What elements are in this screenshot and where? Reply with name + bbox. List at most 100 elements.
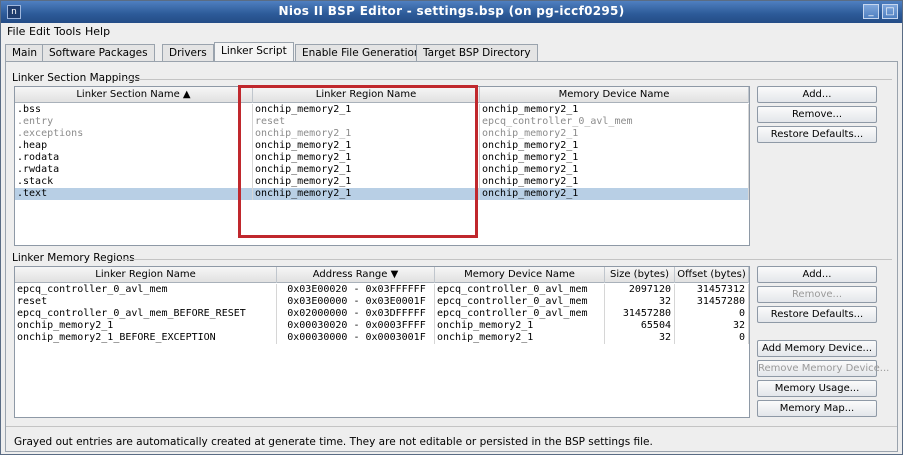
col-memory-device-name[interactable]: Memory Device Name (480, 87, 749, 103)
add-memory-device-button[interactable]: Add Memory Device... (757, 340, 877, 357)
memory-map-button[interactable]: Memory Map... (757, 400, 877, 417)
region-cell-offset[interactable]: 31457280 (675, 296, 749, 308)
mapping-cell-region[interactable]: reset (253, 116, 480, 128)
col-region-name[interactable]: Linker Region Name (15, 267, 277, 283)
col-address-range[interactable]: Address Range ▼ (277, 267, 435, 283)
mapping-restore-defaults-button[interactable]: Restore Defaults... (757, 126, 877, 143)
region-restore-defaults-button[interactable]: Restore Defaults... (757, 306, 877, 323)
mapping-cell-section[interactable]: .rodata (15, 152, 253, 164)
region-cell-range[interactable]: 0x03E00020 - 0x03FFFFFF (277, 284, 435, 296)
tab-drivers[interactable]: Drivers (162, 44, 214, 61)
minimize-icon[interactable]: _ (863, 4, 879, 19)
region-cell-size[interactable]: 31457280 (605, 308, 675, 320)
col-size-bytes[interactable]: Size (bytes) (605, 267, 675, 283)
region-cell-device[interactable]: onchip_memory2_1 (435, 332, 605, 344)
mapping-cell-section[interactable]: .heap (15, 140, 253, 152)
region-cell-region[interactable]: epcq_controller_0_avl_mem_BEFORE_RESET (15, 308, 277, 320)
mapping-cell-section[interactable]: .exceptions (15, 128, 253, 140)
tab-target-bsp-directory[interactable]: Target BSP Directory (416, 44, 538, 61)
region-cell-size[interactable]: 65504 (605, 320, 675, 332)
mapping-cell-device[interactable]: onchip_memory2_1 (480, 140, 749, 152)
mapping-cell-section[interactable]: .entry (15, 116, 253, 128)
region-cell-range[interactable]: 0x02000000 - 0x03DFFFFF (277, 308, 435, 320)
title-bar[interactable]: n Nios II BSP Editor - settings.bsp (on … (1, 1, 902, 23)
region-row[interactable]: reset 0x03E00000 - 0x03E0001F epcq_control… (15, 296, 749, 308)
menu-file[interactable]: File (7, 25, 25, 38)
mapping-cell-device[interactable]: epcq_controller_0_avl_mem (480, 116, 749, 128)
mapping-cell-region[interactable]: onchip_memory2_1 (253, 152, 480, 164)
col-region-device-name[interactable]: Memory Device Name (435, 267, 605, 283)
region-cell-region[interactable]: onchip_memory2_1_BEFORE_EXCEPTION (15, 332, 277, 344)
region-cell-device[interactable]: epcq_controller_0_avl_mem (435, 284, 605, 296)
mapping-cell-device[interactable]: onchip_memory2_1 (480, 104, 749, 116)
mapping-cell-device[interactable]: onchip_memory2_1 (480, 188, 749, 200)
mapping-row[interactable]: .rwdata onchip_memory2_1 onchip_memory2_1 (15, 164, 749, 176)
region-cell-range[interactable]: 0x00030020 - 0x0003FFFF (277, 320, 435, 332)
region-cell-device[interactable]: epcq_controller_0_avl_mem (435, 308, 605, 320)
mapping-row[interactable]: .heap onchip_memory2_1 onchip_memory2_1 (15, 140, 749, 152)
region-cell-device[interactable]: onchip_memory2_1 (435, 320, 605, 332)
mapping-cell-device[interactable]: onchip_memory2_1 (480, 152, 749, 164)
region-cell-device[interactable]: epcq_controller_0_avl_mem (435, 296, 605, 308)
menu-edit[interactable]: Edit (29, 25, 50, 38)
region-row[interactable]: epcq_controller_0_avl_mem 0x03E00020 - 0x… (15, 284, 749, 296)
mapping-cell-section[interactable]: .stack (15, 176, 253, 188)
mapping-row[interactable]: .bss onchip_memory2_1 onchip_memory2_1 (15, 104, 749, 116)
mapping-add-button[interactable]: Add... (757, 86, 877, 103)
mapping-cell-device[interactable]: onchip_memory2_1 (480, 128, 749, 140)
region-cell-region[interactable]: onchip_memory2_1 (15, 320, 277, 332)
region-cell-size[interactable]: 32 (605, 332, 675, 344)
mapping-cell-section[interactable]: .rwdata (15, 164, 253, 176)
col-linker-section-name[interactable]: Linker Section Name ▲ (15, 87, 253, 103)
region-row[interactable]: epcq_controller_0_avl_mem_BEFORE_RESET 0x… (15, 308, 749, 320)
section-mappings-header: Linker Section Name ▲ Linker Region Name… (15, 87, 749, 103)
bsp-editor-window: n Nios II BSP Editor - settings.bsp (on … (0, 0, 903, 455)
mapping-row[interactable]: .entry reset epcq_controller_0_avl_mem (15, 116, 749, 128)
section-mappings-table[interactable]: Linker Section Name ▲ Linker Region Name… (14, 86, 750, 246)
mapping-row[interactable]: .stack onchip_memory2_1 onchip_memory2_1 (15, 176, 749, 188)
mapping-row[interactable]: .rodata onchip_memory2_1 onchip_memory2_1 (15, 152, 749, 164)
memory-regions-table[interactable]: Linker Region Name Address Range ▼ Memor… (14, 266, 750, 418)
tab-enable-file-generation[interactable]: Enable File Generation (295, 44, 428, 61)
mapping-cell-region[interactable]: onchip_memory2_1 (253, 188, 480, 200)
menu-help[interactable]: Help (85, 25, 110, 38)
section-mappings-divider (126, 79, 892, 80)
region-row[interactable]: onchip_memory2_1 0x00030020 - 0x0003FFFF o… (15, 320, 749, 332)
maximize-icon[interactable]: □ (882, 4, 898, 19)
region-cell-size[interactable]: 2097120 (605, 284, 675, 296)
region-cell-offset[interactable]: 0 (675, 332, 749, 344)
mapping-cell-section[interactable]: .bss (15, 104, 253, 116)
mapping-cell-section[interactable]: .text (15, 188, 253, 200)
col-offset-bytes[interactable]: Offset (bytes) (675, 267, 749, 283)
tab-software-packages[interactable]: Software Packages (42, 44, 155, 61)
mapping-row[interactable]: .exceptions onchip_memory2_1 onchip_memory… (15, 128, 749, 140)
region-cell-range[interactable]: 0x03E00000 - 0x03E0001F (277, 296, 435, 308)
region-cell-region[interactable]: epcq_controller_0_avl_mem (15, 284, 277, 296)
mapping-cell-region[interactable]: onchip_memory2_1 (253, 176, 480, 188)
region-add-button[interactable]: Add... (757, 266, 877, 283)
tab-main[interactable]: Main (5, 44, 45, 61)
mapping-row[interactable]: .text onchip_memory2_1 onchip_memory2_1 (15, 188, 749, 200)
tab-linker-script[interactable]: Linker Script (214, 42, 294, 62)
region-cell-offset[interactable]: 32 (675, 320, 749, 332)
memory-regions-header: Linker Region Name Address Range ▼ Memor… (15, 267, 749, 283)
menu-tools[interactable]: Tools (54, 25, 81, 38)
mapping-cell-region[interactable]: onchip_memory2_1 (253, 104, 480, 116)
region-cell-size[interactable]: 32 (605, 296, 675, 308)
region-cell-offset[interactable]: 0 (675, 308, 749, 320)
mapping-cell-region[interactable]: onchip_memory2_1 (253, 128, 480, 140)
mapping-cell-device[interactable]: onchip_memory2_1 (480, 176, 749, 188)
mapping-cell-device[interactable]: onchip_memory2_1 (480, 164, 749, 176)
mapping-cell-region[interactable]: onchip_memory2_1 (253, 140, 480, 152)
col-linker-region-name[interactable]: Linker Region Name (253, 87, 480, 103)
region-cell-region[interactable]: reset (15, 296, 277, 308)
remove-memory-device-button[interactable]: Remove Memory Device... (757, 360, 889, 377)
region-cell-offset[interactable]: 31457312 (675, 284, 749, 296)
menu-bar: File Edit Tools Help (1, 23, 902, 41)
region-cell-range[interactable]: 0x00030000 - 0x0003001F (277, 332, 435, 344)
mapping-cell-region[interactable]: onchip_memory2_1 (253, 164, 480, 176)
region-remove-button[interactable]: Remove... (757, 286, 877, 303)
memory-usage-button[interactable]: Memory Usage... (757, 380, 877, 397)
mapping-remove-button[interactable]: Remove... (757, 106, 877, 123)
region-row[interactable]: onchip_memory2_1_BEFORE_EXCEPTION 0x00030… (15, 332, 749, 344)
